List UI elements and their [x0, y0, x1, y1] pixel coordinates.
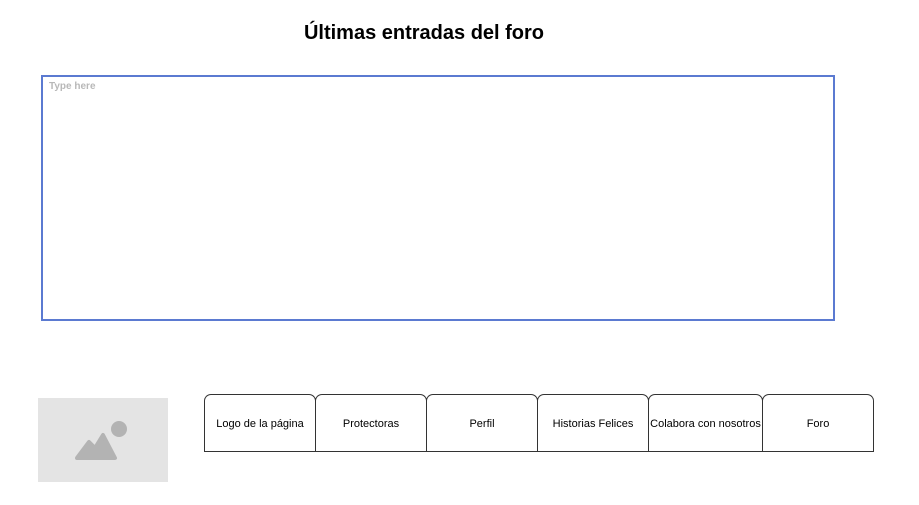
tab-logo[interactable]: Logo de la página [204, 394, 316, 452]
nav-tabs: Logo de la página Protectoras Perfil His… [204, 394, 874, 452]
forum-text-input[interactable] [41, 75, 835, 321]
image-placeholder [38, 398, 168, 482]
tab-perfil[interactable]: Perfil [426, 394, 538, 452]
tab-protectoras[interactable]: Protectoras [315, 394, 427, 452]
image-icon [75, 421, 127, 460]
tab-colabora[interactable]: Colabora con nosotros [648, 394, 763, 452]
tab-foro[interactable]: Foro [762, 394, 874, 452]
page-title: Últimas entradas del foro [303, 22, 545, 44]
tab-historias-felices[interactable]: Historias Felices [537, 394, 649, 452]
